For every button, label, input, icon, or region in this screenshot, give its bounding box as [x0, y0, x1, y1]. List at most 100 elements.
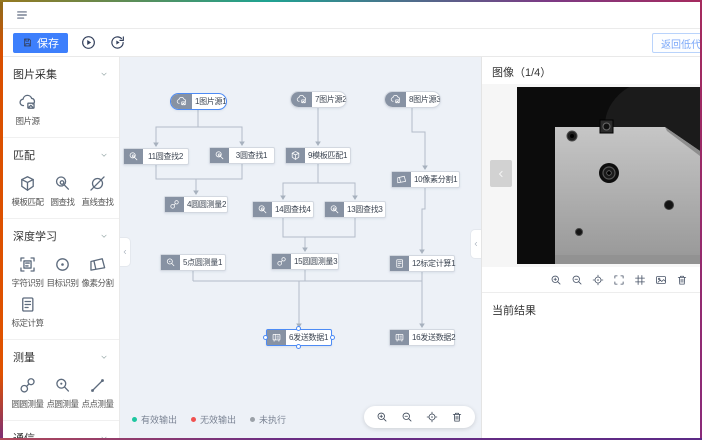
tool-label: 直线查找	[81, 196, 113, 208]
sidebar-tool-图片源[interactable]: 图片源	[10, 93, 45, 127]
flow-node-5[interactable]: 5点圆测量1	[160, 254, 226, 271]
frame-border-top	[0, 0, 702, 2]
prev-image-button[interactable]	[490, 160, 512, 187]
flow-node-13[interactable]: 13圆查找3	[324, 201, 386, 218]
flow-node-16[interactable]: 16发送数据2	[389, 329, 455, 346]
doc-calc-icon	[18, 295, 37, 314]
sidebar-section-4: 通信	[3, 421, 119, 438]
save-button[interactable]: 保存	[13, 33, 68, 53]
image-fit-button[interactable]	[655, 274, 667, 286]
image-fullscreen-button[interactable]	[613, 274, 625, 286]
sidebar-section-header[interactable]: 通信	[3, 426, 119, 438]
section-items: 模板匹配圆查找直线查找	[3, 168, 119, 211]
sidebar-section-2: 深度学习字符识别目标识别像素分割标定计算	[3, 219, 119, 340]
legend-dot	[191, 417, 196, 422]
node-label: 3圆查找1	[229, 148, 274, 163]
connection-handle-right[interactable]	[330, 335, 335, 340]
node-label: 11圆查找2	[143, 149, 188, 164]
flow-node-7[interactable]: 7图片源2	[290, 91, 347, 108]
sidebar-tool-点圆测量[interactable]: 点圆测量	[45, 376, 80, 410]
main-area: 图片采集图片源匹配模板匹配圆查找直线查找深度学习字符识别目标识别像素分割标定计算…	[3, 57, 700, 438]
section-items: 圆圆测量点圆测量点点测量	[3, 370, 119, 413]
preview-panel: 图像（1/4）	[481, 57, 700, 438]
node-label: 7图片源2	[312, 92, 347, 107]
connection-handle-left[interactable]	[263, 335, 268, 340]
tool-sidebar: 图片采集图片源匹配模板匹配圆查找直线查找深度学习字符识别目标识别像素分割标定计算…	[3, 57, 120, 438]
canvas-zoom-in-button[interactable]	[376, 411, 388, 423]
image-grid-button[interactable]	[634, 274, 646, 286]
sidebar-section-header[interactable]: 测量	[3, 345, 119, 370]
section-items: 字符识别目标识别像素分割标定计算	[3, 249, 119, 332]
flow-node-15[interactable]: 15圆圆测量3	[271, 253, 339, 270]
flow-node-1[interactable]: 1图片源1	[170, 93, 227, 110]
section-title: 匹配	[13, 147, 35, 163]
flow-node-10[interactable]: 10像素分割1	[391, 171, 460, 188]
sidebar-tool-字符识别[interactable]: 字符识别	[10, 255, 45, 289]
legend-label: 无效输出	[200, 413, 236, 426]
flow-node-4[interactable]: 4圆圆测量2	[164, 196, 228, 213]
run-button[interactable]	[80, 34, 97, 51]
canvas-delete-button[interactable]	[451, 411, 463, 423]
flow-canvas[interactable]: 有效输出无效输出未执行 1图片源17图片源28图片源311圆查找23圆查找19模…	[120, 57, 481, 438]
collapse-sidebar-handle[interactable]	[120, 237, 131, 267]
circle-search-icon	[253, 202, 272, 217]
image-locate-button[interactable]	[592, 274, 604, 286]
image-zoom-out-button[interactable]	[571, 274, 583, 286]
flow-node-9[interactable]: 9模板匹配1	[285, 147, 351, 164]
flow-node-3[interactable]: 3圆查找1	[209, 147, 275, 164]
connection-handle-top[interactable]	[296, 326, 301, 331]
flow-node-14[interactable]: 14圆查找4	[252, 201, 314, 218]
node-label: 1图片源1	[192, 94, 227, 109]
circle-search-icon	[325, 202, 344, 217]
image-delete-button[interactable]	[676, 274, 688, 286]
current-result-title: 当前结果	[482, 293, 700, 327]
back-to-lowcode-button[interactable]: 返回低代	[652, 33, 702, 53]
cloud-image-icon	[291, 92, 312, 107]
sidebar-section-header[interactable]: 深度学习	[3, 224, 119, 249]
circle-circle-icon	[272, 254, 291, 269]
line-circle-icon	[88, 174, 107, 193]
sidebar-tool-点点测量[interactable]: 点点测量	[80, 376, 115, 410]
flow-node-8[interactable]: 8图片源3	[384, 91, 441, 108]
menu-icon[interactable]	[15, 8, 29, 22]
topbar	[3, 2, 700, 29]
node-label: 6发送数据1	[286, 330, 331, 345]
tool-label: 标定计算	[11, 317, 43, 329]
sidebar-tool-直线查找[interactable]: 直线查找	[80, 174, 115, 208]
circle-circle-icon	[18, 376, 37, 395]
canvas-zoom-out-button[interactable]	[401, 411, 413, 423]
cube-icon	[18, 174, 37, 193]
sidebar-section-header[interactable]: 匹配	[3, 143, 119, 168]
sidebar-tool-目标识别[interactable]: 目标识别	[45, 255, 80, 289]
node-label: 14圆查找4	[272, 202, 314, 217]
legend-label: 未执行	[259, 413, 286, 426]
node-label: 10像素分割1	[411, 172, 460, 187]
sidebar-section-header[interactable]: 图片采集	[3, 62, 119, 87]
sidebar-tool-标定计算[interactable]: 标定计算	[10, 295, 45, 329]
collapse-preview-handle[interactable]	[470, 229, 481, 259]
node-label: 5点圆测量1	[180, 255, 225, 270]
legend-item: 无效输出	[191, 413, 236, 426]
image-zoom-in-button[interactable]	[550, 274, 562, 286]
tool-label: 目标识别	[46, 277, 78, 289]
connection-handle-bottom[interactable]	[296, 344, 301, 349]
send-device-icon	[390, 330, 409, 345]
segment-icon	[88, 255, 107, 274]
tool-label: 图片源	[15, 115, 39, 127]
canvas-locate-button[interactable]	[426, 411, 438, 423]
save-icon	[22, 37, 33, 48]
chevron-down-icon	[99, 231, 109, 241]
cloud-image-icon	[385, 92, 406, 107]
run-loop-button[interactable]	[109, 34, 126, 51]
flow-node-11[interactable]: 11圆查找2	[123, 148, 189, 165]
node-label: 16发送数据2	[409, 330, 458, 345]
sidebar-tool-像素分割[interactable]: 像素分割	[80, 255, 115, 289]
flow-node-6[interactable]: 6发送数据1	[266, 329, 332, 346]
sidebar-tool-圆圆测量[interactable]: 圆圆测量	[10, 376, 45, 410]
flow-node-12[interactable]: 12标定计算1	[389, 255, 455, 272]
tool-label: 点点测量	[81, 398, 113, 410]
toolbar: 保存 返回低代	[3, 29, 700, 57]
sidebar-section-3: 测量圆圆测量点圆测量点点测量	[3, 340, 119, 421]
sidebar-tool-圆查找[interactable]: 圆查找	[45, 174, 80, 208]
sidebar-tool-模板匹配[interactable]: 模板匹配	[10, 174, 45, 208]
